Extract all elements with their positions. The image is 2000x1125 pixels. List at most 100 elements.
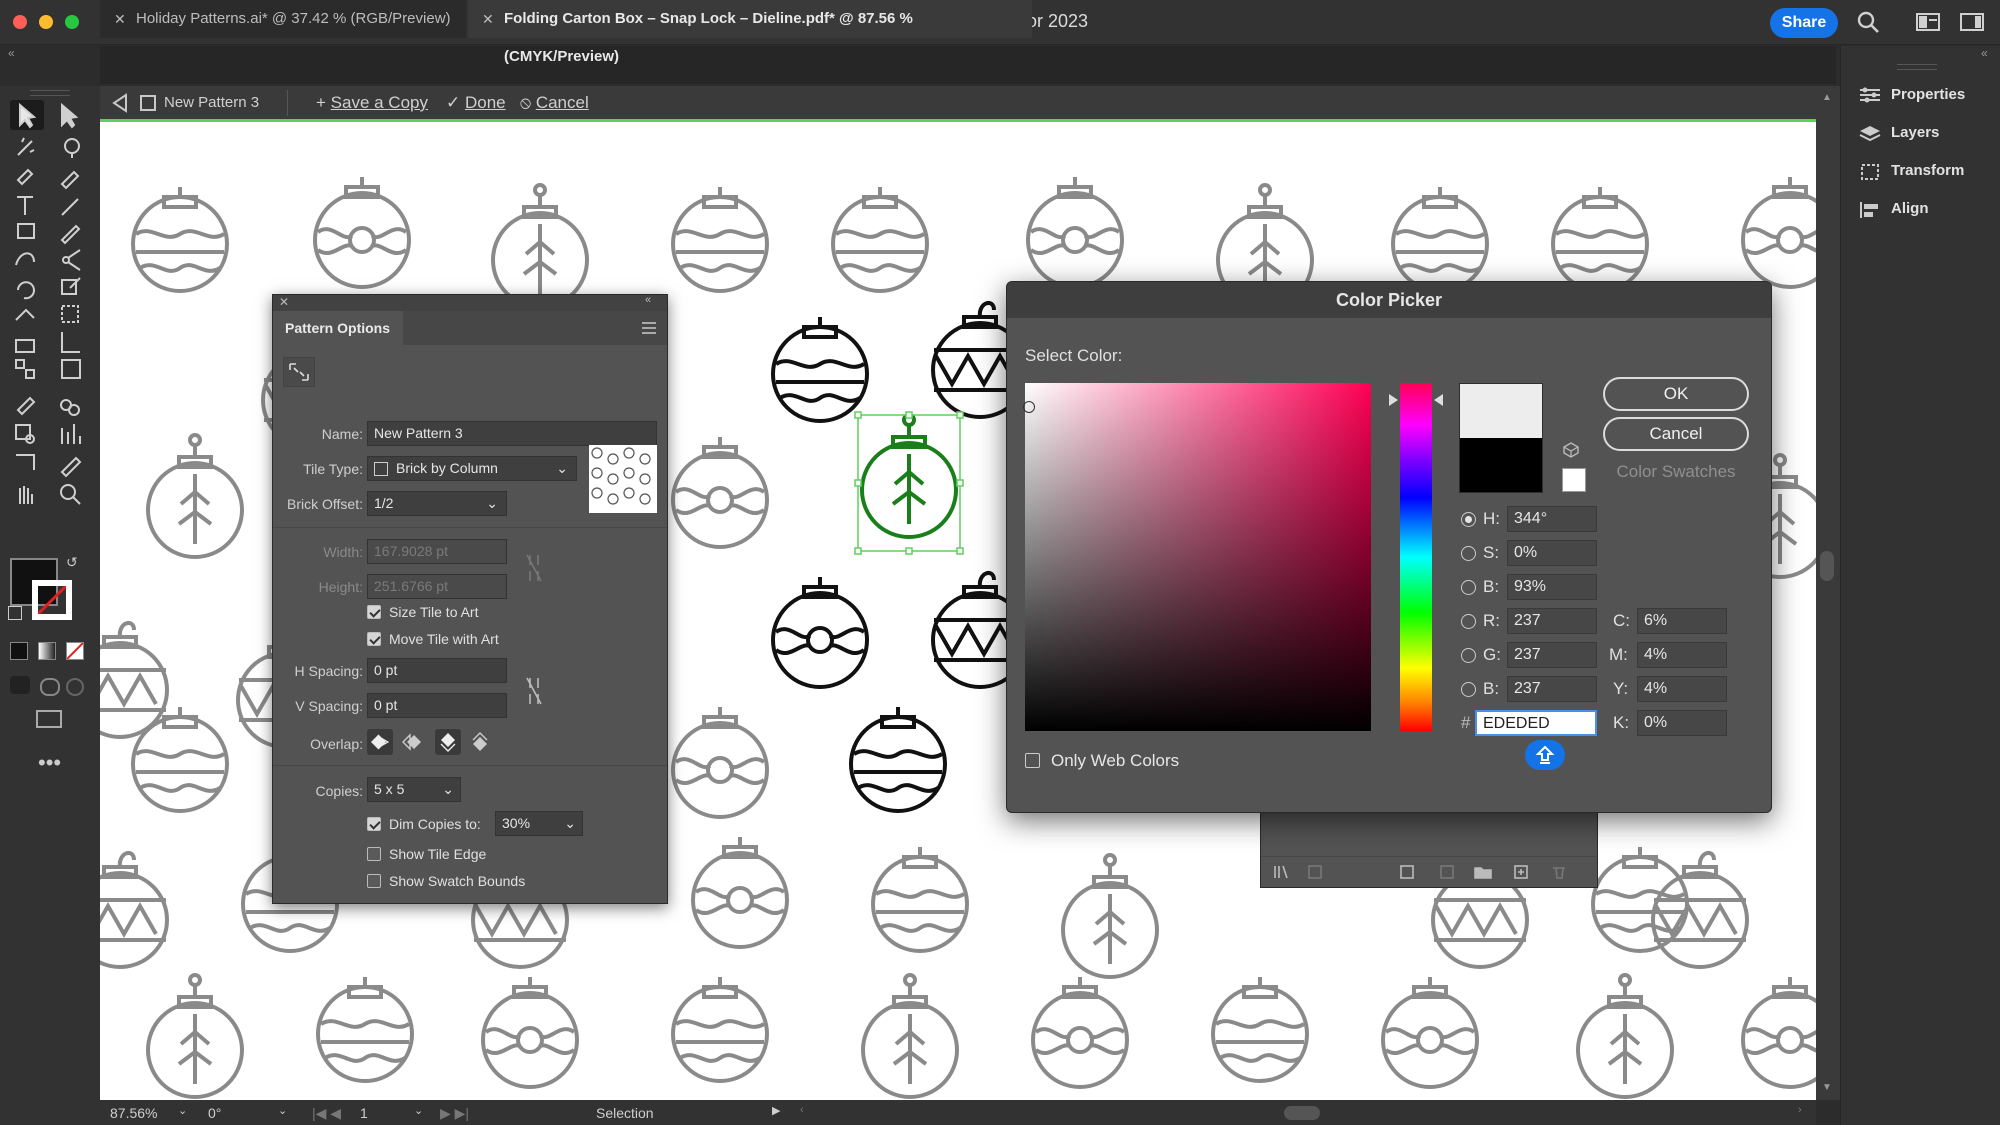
link-spacing-icon[interactable] (525, 674, 543, 713)
blue-radio[interactable] (1461, 682, 1476, 697)
workspace-icon[interactable] (1916, 12, 1940, 37)
rotation-dropdown-icon[interactable]: ⌄ (278, 1104, 287, 1117)
scroll-left-icon[interactable]: ‹ (800, 1104, 804, 1116)
color-mode-icon[interactable] (10, 642, 28, 660)
draw-behind-icon[interactable] (40, 678, 60, 696)
cancel-button[interactable]: Cancel (1603, 417, 1749, 451)
g-radio[interactable] (1461, 648, 1476, 663)
saturation-input[interactable]: 0% (1507, 540, 1597, 566)
collapse-left-icon[interactable]: « (8, 46, 15, 60)
saturation-brightness-field[interactable] (1025, 383, 1371, 731)
blue-input[interactable]: 237 (1507, 676, 1597, 702)
yellow-input[interactable]: 4% (1637, 676, 1727, 702)
close-tab-icon[interactable]: ✕ (114, 0, 126, 38)
show-tile-edge-checkbox[interactable] (367, 847, 381, 861)
collapse-dock-icon[interactable]: « (1981, 46, 1988, 60)
only-web-colors-checkbox[interactable] (1025, 753, 1040, 768)
screen-mode-icon[interactable] (36, 710, 62, 728)
draw-normal-icon[interactable] (10, 676, 30, 694)
layers-panel-button[interactable]: Layers (1859, 124, 1939, 142)
none-mode-icon[interactable] (66, 642, 84, 660)
h-radio[interactable] (1461, 512, 1476, 527)
hue-slider-left-handle[interactable] (1389, 394, 1398, 406)
align-panel-button[interactable]: Align (1859, 200, 1929, 219)
tile-type-select[interactable]: Brick by Column ⌄ (367, 456, 577, 481)
show-swatch-bounds-checkbox[interactable] (367, 874, 381, 888)
status-menu-icon[interactable]: ▶ (772, 1104, 780, 1117)
hex-autocomplete-icon[interactable] (1525, 740, 1565, 770)
draw-inside-icon[interactable] (66, 678, 84, 696)
tool-icons[interactable] (0, 100, 100, 760)
web-safe-swatch[interactable] (1562, 468, 1586, 492)
dim-copies-select[interactable]: 30% ⌄ (495, 811, 583, 836)
align-icon (1859, 201, 1881, 219)
overlap-right-button[interactable] (399, 729, 425, 755)
h-spacing-input[interactable]: 0 pt (367, 658, 507, 683)
hue-input[interactable]: 344° (1507, 506, 1597, 532)
panel-toggle-icon[interactable] (1960, 12, 1984, 37)
hex-input[interactable]: EDEDED (1475, 710, 1597, 736)
zoom-level[interactable]: 87.56% (110, 1105, 157, 1121)
original-color-swatch[interactable] (1460, 438, 1542, 492)
swap-colors-icon[interactable]: ↺ (66, 554, 78, 571)
cancel-pattern-button[interactable]: ⦸ Cancel (520, 93, 589, 113)
overlap-left-button[interactable] (367, 729, 393, 755)
ok-button[interactable]: OK (1603, 377, 1749, 411)
exit-isolation-icon[interactable] (110, 92, 130, 119)
search-icon[interactable] (1856, 10, 1880, 39)
rotation-value[interactable]: 0° (208, 1105, 221, 1121)
s-radio[interactable] (1461, 546, 1476, 561)
gradient-mode-icon[interactable] (38, 642, 56, 660)
overlap-top-button[interactable] (435, 729, 461, 755)
green-input[interactable]: 237 (1507, 642, 1597, 668)
artboard-nav-prev-icon[interactable]: |◀ ◀ (312, 1105, 341, 1122)
transform-panel-button[interactable]: Transform (1859, 162, 1964, 181)
pattern-tile-tool-button[interactable] (283, 357, 315, 387)
zoom-dropdown-icon[interactable]: ⌄ (178, 1104, 187, 1117)
height-label: Height: (318, 579, 363, 595)
artboard-dropdown-icon[interactable]: ⌄ (414, 1104, 423, 1117)
copies-select[interactable]: 5 x 5 ⌄ (367, 777, 461, 802)
swatch-panel-icons[interactable] (1273, 862, 1593, 882)
pattern-name-input[interactable]: New Pattern 3 (367, 421, 657, 446)
panel-tab-pattern-options[interactable]: Pattern Options (273, 311, 403, 345)
scroll-right-icon[interactable]: › (1798, 1104, 1802, 1116)
default-colors-icon[interactable] (8, 606, 22, 620)
properties-panel-button[interactable]: Properties (1859, 86, 1965, 103)
panel-menu-icon[interactable] (641, 321, 657, 340)
brick-offset-select[interactable]: 1/2 ⌄ (367, 491, 507, 516)
copies-label: Copies: (315, 783, 363, 799)
red-input[interactable]: 237 (1507, 608, 1597, 634)
color-swatches-button[interactable]: Color Swatches (1603, 462, 1749, 482)
close-panel-icon[interactable]: ✕ (279, 295, 289, 309)
brightness-input[interactable]: 93% (1507, 574, 1597, 600)
collapse-panel-icon[interactable]: « (645, 294, 651, 306)
more-tools-icon[interactable]: ••• (38, 750, 61, 776)
v-spacing-input[interactable]: 0 pt (367, 693, 507, 718)
tab-folding-carton[interactable]: ✕ Folding Carton Box – Snap Lock – Dieli… (468, 0, 1032, 65)
move-tile-checkbox[interactable] (367, 632, 381, 646)
dim-copies-checkbox[interactable] (367, 817, 381, 831)
save-copy-button[interactable]: + Save a Copy (316, 93, 428, 113)
r-radio[interactable] (1461, 614, 1476, 629)
hue-slider[interactable] (1400, 383, 1432, 731)
share-button[interactable]: Share (1770, 8, 1838, 38)
color-field-cursor[interactable] (1023, 401, 1035, 413)
stroke-swatch[interactable] (32, 580, 72, 620)
size-tile-checkbox[interactable] (367, 605, 381, 619)
horizontal-scroll-thumb[interactable] (1284, 1106, 1320, 1120)
overlap-bottom-button[interactable] (467, 729, 493, 755)
black-input[interactable]: 0% (1637, 710, 1727, 736)
vertical-scrollbar[interactable]: ▲ ▼ (1816, 86, 1840, 1100)
b-radio[interactable] (1461, 580, 1476, 595)
close-tab-icon[interactable]: ✕ (482, 0, 494, 38)
cyan-input[interactable]: 6% (1637, 608, 1727, 634)
done-button[interactable]: ✓ Done (446, 93, 506, 113)
hue-slider-right-handle[interactable] (1434, 394, 1443, 406)
artboard-nav-next-icon[interactable]: ▶ ▶| (440, 1105, 469, 1122)
magenta-input[interactable]: 4% (1637, 642, 1727, 668)
tab-holiday-patterns[interactable]: ✕ Holiday Patterns.ai* @ 37.42 % (RGB/Pr… (100, 0, 466, 38)
out-of-gamut-icon[interactable] (1563, 442, 1579, 463)
select-color-label: Select Color: (1025, 346, 1123, 365)
artboard-number[interactable]: 1 (360, 1105, 368, 1121)
